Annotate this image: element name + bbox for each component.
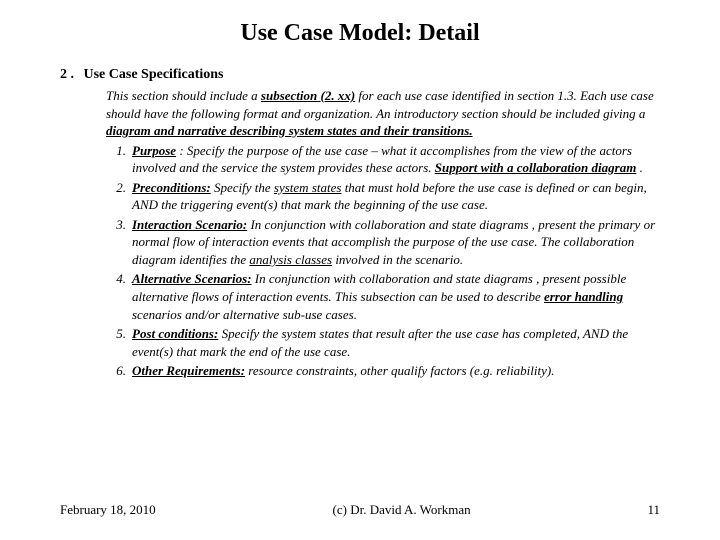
item-text: resource constraints, other qualify fact… xyxy=(245,363,554,378)
item-tail: Support with a collaboration diagram xyxy=(435,160,637,175)
item-label: Alternative Scenarios: xyxy=(132,271,252,286)
list-item: 6. Other Requirements: resource constrai… xyxy=(106,362,660,380)
item-text: involved in the scenario. xyxy=(332,252,463,267)
item-label: Other Requirements: xyxy=(132,363,245,378)
item-mid: analysis classes xyxy=(249,252,332,267)
item-number: 2. xyxy=(106,179,132,214)
item-label: Preconditions: xyxy=(132,180,211,195)
footer-page: 11 xyxy=(647,502,660,518)
intro-text: This section should include a xyxy=(106,88,261,103)
section-intro: This section should include a subsection… xyxy=(106,87,660,140)
item-number: 4. xyxy=(106,270,132,323)
intro-subsection: subsection (2. xx) xyxy=(261,88,355,103)
item-number: 5. xyxy=(106,325,132,360)
list-item: 5. Post conditions: Specify the system s… xyxy=(106,325,660,360)
item-text: Specify the xyxy=(211,180,274,195)
item-mid: error handling xyxy=(544,289,623,304)
item-text: . xyxy=(636,160,643,175)
list-item: 4. Alternative Scenarios: In conjunction… xyxy=(106,270,660,323)
list-item: 3. Interaction Scenario: In conjunction … xyxy=(106,216,660,269)
item-list: 1. Purpose : Specify the purpose of the … xyxy=(106,142,660,380)
footer-date: February 18, 2010 xyxy=(60,502,156,518)
item-mid: system states xyxy=(274,180,342,195)
item-label: Purpose xyxy=(132,143,176,158)
section-number: 2 . xyxy=(60,67,80,83)
section-header: 2 . Use Case Specifications xyxy=(60,67,660,83)
page-title: Use Case Model: Detail xyxy=(60,20,660,47)
item-text: scenarios and/or alternative sub-use cas… xyxy=(132,307,357,322)
item-label: Interaction Scenario: xyxy=(132,217,247,232)
item-number: 6. xyxy=(106,362,132,380)
intro-diagram: diagram and narrative describing system … xyxy=(106,123,473,138)
item-sep: : xyxy=(176,143,184,158)
section-heading: Use Case Specifications xyxy=(84,67,224,82)
list-item: 2. Preconditions: Specify the system sta… xyxy=(106,179,660,214)
footer: February 18, 2010 (c) Dr. David A. Workm… xyxy=(60,502,660,518)
item-number: 1. xyxy=(106,142,132,177)
list-item: 1. Purpose : Specify the purpose of the … xyxy=(106,142,660,177)
item-number: 3. xyxy=(106,216,132,269)
footer-copyright: (c) Dr. David A. Workman xyxy=(333,502,471,518)
item-label: Post conditions: xyxy=(132,326,218,341)
